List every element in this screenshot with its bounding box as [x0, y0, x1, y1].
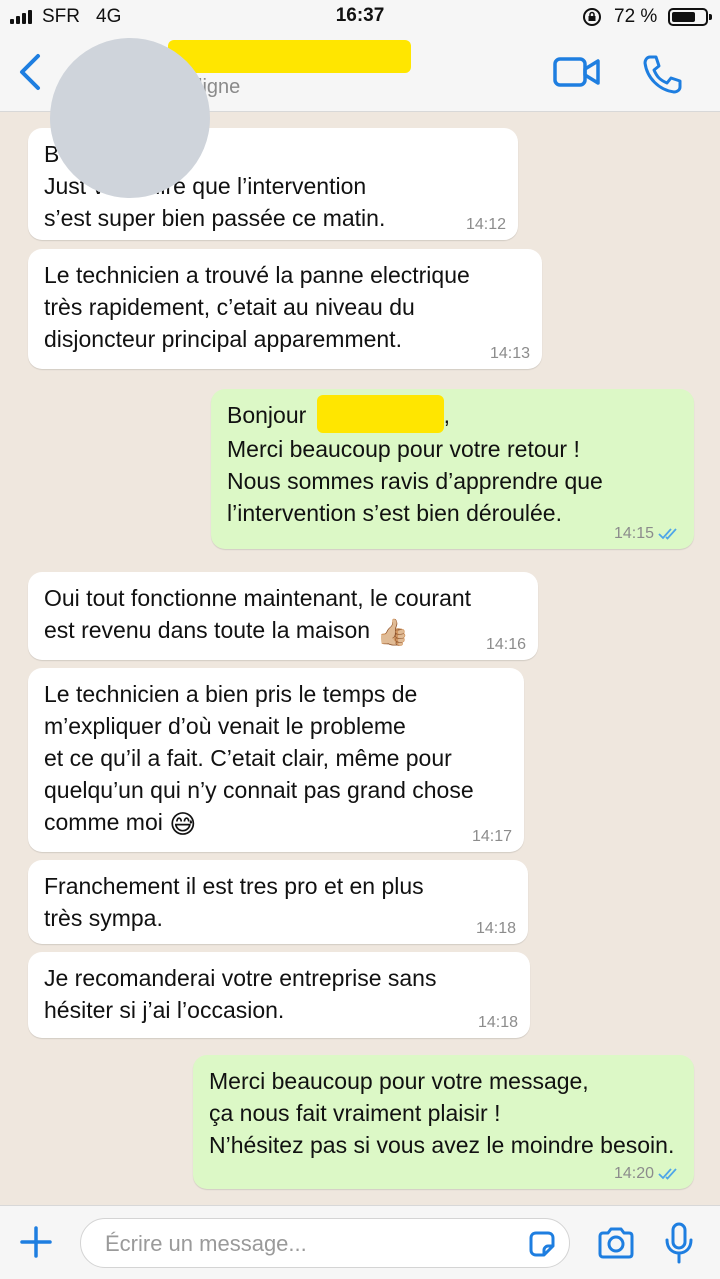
message-line: m’expliquer d’où venait le probleme [44, 713, 406, 739]
message-time: 14:16 [485, 636, 526, 653]
message-line: Merci beaucoup pour votre retour ! [227, 435, 580, 462]
message-time: 14:15 [613, 525, 654, 542]
message-bubble[interactable]: Le technicien a trouvé la panne electriq… [28, 249, 542, 369]
thumbs-up-emoji: 👍🏼 [376, 616, 409, 647]
message-line: Bonjour [227, 402, 307, 428]
phone-call-icon[interactable] [640, 52, 684, 96]
message-time: 14:13 [489, 345, 530, 362]
message-line: et ce qu’il a fait. C’etait clair, même … [44, 745, 452, 771]
battery-fill [672, 12, 696, 22]
message-time: 14:20 [613, 1165, 654, 1182]
message-time: 14:18 [475, 920, 516, 937]
message-line: Merci beaucoup pour votre message, [209, 1068, 589, 1094]
clock: 16:37 [335, 5, 385, 26]
orientation-lock-icon [583, 8, 601, 26]
message-line: quelqu’un qui n’y connait pas grand chos… [44, 777, 474, 803]
message-bubble[interactable]: Je recomanderai votre entreprise sans hé… [28, 952, 530, 1038]
microphone-icon[interactable] [664, 1222, 694, 1264]
message-bubble[interactable]: Le technicien a bien pris le temps de m’… [28, 668, 524, 852]
message-line: Franchement il est tres pro et en plus [44, 873, 424, 899]
message-line: Le technicien a trouvé la panne electriq… [44, 262, 470, 288]
message-line: ça nous fait vraiment plaisir ! [209, 1100, 501, 1126]
back-chevron-icon[interactable] [14, 52, 48, 92]
avatar[interactable] [50, 38, 210, 198]
sticker-icon[interactable] [527, 1229, 557, 1259]
message-bubble[interactable]: Bonjour , Merci beaucoup pour votre reto… [211, 389, 694, 549]
plus-icon[interactable] [18, 1224, 54, 1260]
battery-icon [668, 8, 712, 26]
message-line: très rapidement, c’etait au niveau du [44, 294, 415, 320]
message-time: 14:12 [465, 216, 506, 233]
message-bubble[interactable]: Oui tout fonctionne maintenant, le coura… [28, 572, 538, 660]
sweat-smile-emoji: 😅 [169, 808, 197, 839]
status-bar: SFR 4G 16:37 72 % [0, 0, 720, 34]
message-line: hésiter si j’ai l’occasion. [44, 997, 285, 1023]
video-call-icon[interactable] [552, 54, 602, 90]
message-line: disjoncteur principal apparemment. [44, 326, 402, 352]
message-bubble[interactable]: Franchement il est tres pro et en plus t… [28, 860, 528, 944]
message-input[interactable] [105, 1229, 505, 1259]
contact-name-redacted[interactable] [168, 40, 411, 73]
composer-bar [0, 1205, 720, 1279]
message-line: , [443, 402, 451, 428]
message-bubble[interactable]: Merci beaucoup pour votre message, ça no… [193, 1055, 694, 1189]
message-line: comme moi [44, 809, 163, 835]
read-ticks-icon [658, 528, 677, 540]
redacted-name [316, 394, 444, 433]
camera-icon[interactable] [596, 1226, 636, 1260]
message-line: l’intervention s’est bien déroulée. [227, 499, 562, 526]
message-line: Oui tout fonctionne maintenant, le coura… [44, 585, 472, 611]
message-line: Nous sommes ravis d’apprendre que [227, 467, 603, 494]
message-time: 14:17 [471, 828, 512, 845]
message-line: Je recomanderai votre entreprise sans [44, 965, 437, 991]
message-line: Le technicien a bien pris le temps de [44, 681, 418, 707]
battery-percent: 72 % [614, 6, 658, 27]
message-line: N’hésitez pas si vous avez le moindre be… [209, 1132, 675, 1158]
chat-area: B Just vous dire que l’intervention s’es… [0, 112, 720, 1205]
message-time: 14:18 [477, 1014, 518, 1031]
message-line: très sympa. [44, 905, 163, 931]
message-input-field[interactable] [80, 1218, 570, 1268]
read-ticks-icon [658, 1168, 677, 1180]
message-line: s’est super bien passée ce matin. [44, 205, 386, 231]
message-line: est revenu dans toute la maison [44, 617, 371, 643]
